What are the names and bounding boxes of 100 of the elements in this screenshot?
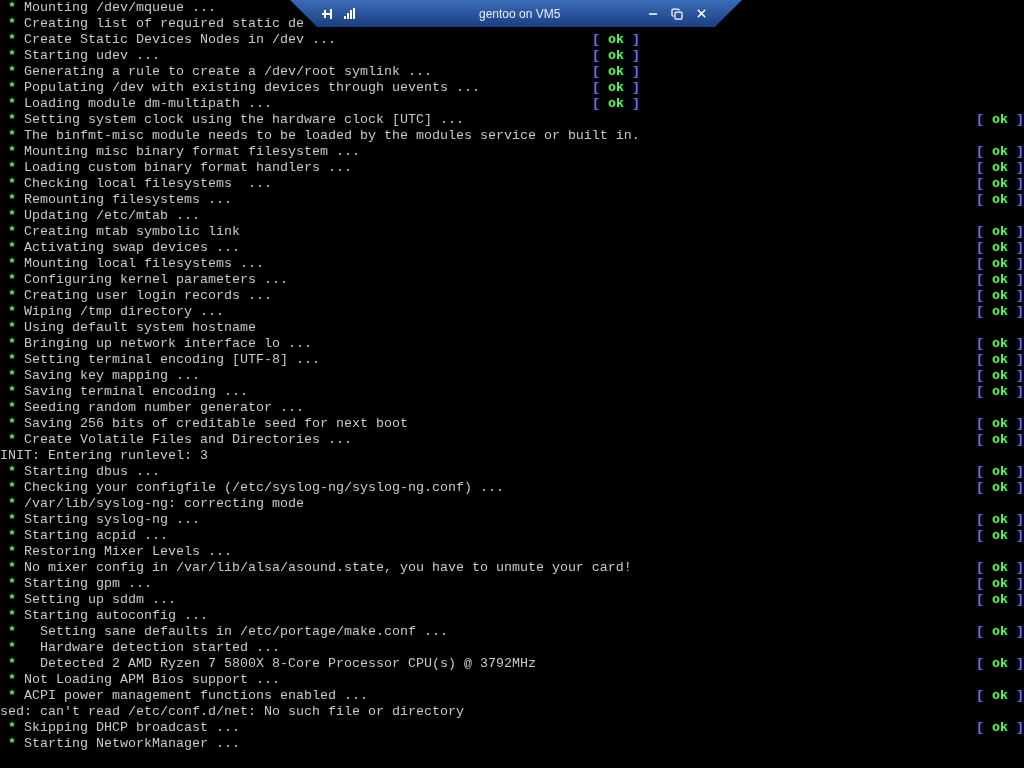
status-label: ok <box>992 480 1008 496</box>
status-bracket: [ <box>976 192 984 208</box>
status-bracket: [ <box>976 464 984 480</box>
bullet: * <box>8 400 16 416</box>
status-bracket: ] <box>1016 352 1024 368</box>
log-text: Create Volatile Files and Directories ... <box>24 432 352 447</box>
log-text: Using default system hostname <box>24 320 256 335</box>
log-text: Checking your configfile (/etc/syslog-ng/syslog-ng.conf) ... <box>24 480 504 495</box>
status-label: ok <box>992 144 1008 160</box>
bullet: * <box>8 176 16 192</box>
status-bracket: [ <box>976 416 984 432</box>
bullet: * <box>8 576 16 592</box>
log-text: Setting system clock using the hardware clock [UTC] ... <box>24 112 464 127</box>
status-label: ok <box>992 416 1008 432</box>
status-bracket: ] <box>632 48 640 64</box>
log-text: Loading custom binary format handlers ... <box>24 160 352 175</box>
log-text: Activating swap devices ... <box>24 240 240 255</box>
log-text: Creating mtab symbolic link <box>24 224 240 239</box>
status-bracket: ] <box>632 32 640 48</box>
status-label: ok <box>992 656 1008 672</box>
bullet: * <box>8 736 16 752</box>
bullet: * <box>8 320 16 336</box>
bullet: * <box>8 384 16 400</box>
status-bracket: ] <box>1016 240 1024 256</box>
status-bracket: [ <box>976 160 984 176</box>
status-bracket: [ <box>976 256 984 272</box>
bullet: * <box>8 480 16 496</box>
status-bracket: [ <box>976 384 984 400</box>
status-bracket: ] <box>1016 384 1024 400</box>
log-text: Saving terminal encoding ... <box>24 384 248 399</box>
bullet: * <box>8 464 16 480</box>
log-text: Saving key mapping ... <box>24 368 200 383</box>
status-label: ok <box>992 688 1008 704</box>
log-text: Detected 2 AMD Ryzen 7 5800X 8-Core Processor CPU(s) @ 3792MHz <box>40 656 536 671</box>
log-text: Configuring kernel parameters ... <box>24 272 288 287</box>
bullet: * <box>8 160 16 176</box>
status-bracket: ] <box>1016 224 1024 240</box>
log-text: Mounting /dev/mqueue ... <box>24 0 216 15</box>
bullet: * <box>8 368 16 384</box>
log-text: Setting terminal encoding [UTF-8] ... <box>24 352 320 367</box>
status-bracket: [ <box>592 80 600 96</box>
bullet: * <box>8 432 16 448</box>
status-bracket: [ <box>976 480 984 496</box>
status-label: ok <box>992 352 1008 368</box>
status-label: ok <box>992 720 1008 736</box>
signal-icon[interactable] <box>344 8 355 19</box>
status-bracket: ] <box>1016 528 1024 544</box>
log-text: Creating user login records ... <box>24 288 272 303</box>
bullet: * <box>8 640 16 656</box>
log-text: Setting up sddm ... <box>24 592 176 607</box>
pin-icon[interactable] <box>322 8 334 19</box>
bullet: * <box>8 96 16 112</box>
status-bracket: [ <box>976 592 984 608</box>
bullet: * <box>8 272 16 288</box>
status-bracket: ] <box>1016 416 1024 432</box>
status-bracket: [ <box>976 272 984 288</box>
status-bracket: [ <box>976 352 984 368</box>
bullet: * <box>8 528 16 544</box>
status-bracket: ] <box>1016 592 1024 608</box>
bullet: * <box>8 192 16 208</box>
status-bracket: ] <box>1016 144 1024 160</box>
log-text: The binfmt-misc module needs to be loaded by the modules service or built in. <box>24 128 640 143</box>
bullet: * <box>8 240 16 256</box>
status-label: ok <box>992 192 1008 208</box>
log-text: Checking local filesystems ... <box>24 176 272 191</box>
log-text: Not Loading APM Bios support ... <box>24 672 280 687</box>
bullet: * <box>8 256 16 272</box>
log-text: Populating /dev with existing devices through uevents ... <box>24 80 480 95</box>
bullet: * <box>8 112 16 128</box>
status-bracket: ] <box>1016 464 1024 480</box>
log-text: Starting udev ... <box>24 48 160 63</box>
close-icon[interactable] <box>695 7 708 20</box>
log-text: Starting gpm ... <box>24 576 152 591</box>
status-bracket: [ <box>976 368 984 384</box>
status-label: ok <box>992 624 1008 640</box>
status-bracket: ] <box>1016 512 1024 528</box>
bullet: * <box>8 544 16 560</box>
log-text: INIT: Entering runlevel: 3 <box>0 448 208 463</box>
status-bracket: [ <box>976 288 984 304</box>
status-bracket: [ <box>592 96 600 112</box>
status-label: ok <box>992 336 1008 352</box>
bullet: * <box>8 0 16 16</box>
log-text: Restoring Mixer Levels ... <box>24 544 232 559</box>
status-bracket: [ <box>976 528 984 544</box>
bullet: * <box>8 496 16 512</box>
restore-icon[interactable] <box>671 7 683 20</box>
status-label: ok <box>992 368 1008 384</box>
bullet: * <box>8 512 16 528</box>
bullet: * <box>8 352 16 368</box>
bullet: * <box>8 688 16 704</box>
status-bracket: [ <box>976 432 984 448</box>
log-text: No mixer config in /var/lib/alsa/asound.state, you have to unmute your card! <box>24 560 632 575</box>
status-bracket: [ <box>976 656 984 672</box>
status-label: ok <box>992 224 1008 240</box>
status-label: ok <box>992 288 1008 304</box>
status-label: ok <box>992 576 1008 592</box>
status-bracket: ] <box>1016 256 1024 272</box>
status-label: ok <box>608 96 624 112</box>
status-bracket: ] <box>1016 272 1024 288</box>
status-bracket: [ <box>976 512 984 528</box>
